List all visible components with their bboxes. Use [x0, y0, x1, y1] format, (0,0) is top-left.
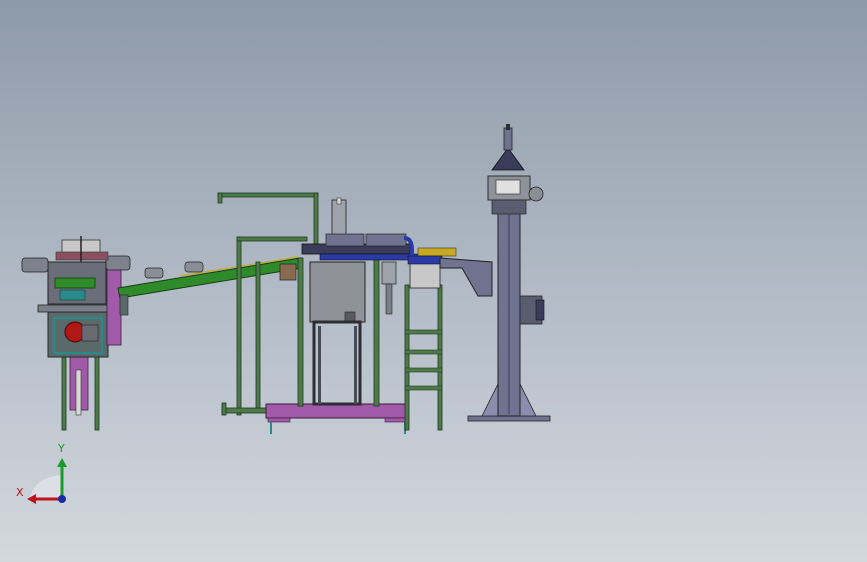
feeder-green-block — [54, 277, 96, 289]
gantry-right-post — [313, 192, 319, 249]
gantry-top-hook — [217, 192, 223, 204]
ladder-rail-right — [437, 284, 443, 431]
coordinate-triad — [27, 458, 67, 504]
tower-head-tip — [506, 124, 510, 130]
gantry-mid-beam — [236, 236, 308, 242]
gantry-left-post — [236, 236, 242, 416]
ladder-frame — [404, 255, 493, 431]
feeder-plate — [37, 304, 119, 313]
y-axis-label: Y — [58, 442, 65, 455]
y-axis-head — [57, 458, 67, 467]
press-post-left — [297, 257, 304, 407]
z-axis-dot — [58, 495, 66, 503]
conveyor-support — [119, 294, 129, 316]
press-foot-left — [267, 417, 291, 423]
press-inner-leg-left — [318, 326, 321, 404]
press-base-plate — [265, 403, 407, 419]
gantry-inner-post — [255, 261, 261, 413]
ladder-rail-left — [404, 284, 410, 431]
feeder-top-cover — [55, 251, 109, 261]
tower-motor-cap — [535, 299, 545, 321]
feeder-motor-mount — [81, 324, 99, 342]
press-sensor — [417, 247, 457, 257]
ladder-rung-2 — [404, 349, 443, 355]
press-block-a — [325, 233, 365, 247]
feeder-unit — [21, 236, 131, 431]
feeder-teal-block — [59, 289, 86, 301]
feeder-leg-left — [61, 354, 67, 431]
cad-viewport[interactable]: Y X — [0, 0, 867, 562]
press-cabinet — [309, 261, 366, 323]
feeder-motor-right — [105, 255, 131, 271]
feeder-motor-left — [21, 257, 49, 273]
assembly-drawing — [21, 124, 551, 434]
feeder-side-bracket — [106, 264, 122, 346]
gantry-floor-foot — [221, 402, 227, 416]
tower-head-inner — [495, 179, 521, 195]
conveyor-roller-1 — [144, 267, 164, 279]
ladder-hopper-band — [407, 255, 443, 265]
press-cylinder-rod — [336, 197, 342, 205]
press-inner-leg-right — [354, 326, 357, 404]
ladder-rung-4 — [404, 385, 443, 391]
ladder-rung-3 — [404, 367, 443, 373]
feeder-leg-right — [94, 354, 100, 431]
press-block-b — [365, 233, 407, 247]
press-leveler-left — [270, 422, 272, 434]
tower-arm — [439, 257, 493, 297]
conveyor-belt — [117, 257, 303, 299]
gantry-top-beam — [217, 192, 319, 198]
conveyor-drive — [279, 263, 297, 281]
gantry-floor-beam — [221, 407, 273, 414]
press-post-right — [373, 257, 380, 407]
feeder-cylinder — [75, 369, 82, 416]
conveyor-roller-2 — [184, 261, 204, 273]
ladder-hopper — [409, 261, 441, 289]
press-station — [265, 197, 457, 434]
tower-base-plate — [467, 415, 551, 422]
ladder-rung-1 — [404, 329, 443, 335]
tower-head-pulley — [528, 186, 544, 202]
tower-head-cone — [491, 147, 525, 171]
inclined-conveyor — [117, 256, 303, 316]
press-valve — [381, 261, 397, 285]
press-foot-right — [384, 417, 408, 423]
tower-head-stem — [503, 127, 513, 151]
x-axis-label: X — [16, 486, 24, 499]
tower-head-bracket — [491, 199, 527, 215]
press-valve-stem — [385, 283, 393, 315]
